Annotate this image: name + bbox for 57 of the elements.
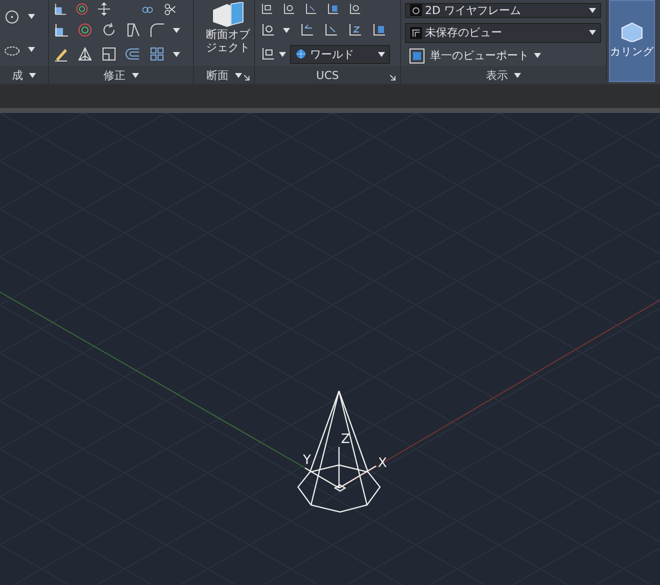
target-icon[interactable] <box>75 2 89 16</box>
caret-icon[interactable] <box>534 53 541 58</box>
move-icon[interactable] <box>97 2 111 16</box>
stretch-icon[interactable] <box>53 22 69 38</box>
caret-icon[interactable] <box>28 47 35 52</box>
panel-title: 断面 <box>206 68 228 82</box>
visual-style-icon[interactable] <box>410 4 422 16</box>
caret-icon[interactable] <box>173 52 180 56</box>
caret-icon[interactable] <box>173 28 180 32</box>
panel-title: 成 <box>12 68 23 82</box>
fillet-icon[interactable] <box>149 22 165 38</box>
triangle-icon[interactable] <box>77 46 93 62</box>
ucs-icon[interactable] <box>347 2 361 16</box>
panel-title: 表示 <box>486 68 508 82</box>
caret-icon[interactable] <box>29 72 36 78</box>
caret-icon[interactable] <box>589 30 596 35</box>
mirror-icon[interactable] <box>125 22 141 38</box>
caret-icon[interactable] <box>589 8 596 12</box>
ucs-icon[interactable] <box>325 2 339 16</box>
viewport-config-button[interactable]: 単一のビューポート <box>405 48 601 64</box>
caret-icon[interactable] <box>514 72 521 78</box>
culling-button[interactable]: カリング <box>609 0 655 82</box>
axis-label: Z <box>341 432 350 447</box>
grid-icon[interactable] <box>149 46 165 62</box>
rotate-icon[interactable] <box>101 22 117 38</box>
scissors-icon[interactable] <box>163 2 177 16</box>
viewport-icon[interactable] <box>409 48 425 64</box>
launcher-icon[interactable] <box>390 75 396 81</box>
circle-icon[interactable] <box>4 8 20 24</box>
ucs-axes-icon <box>304 447 376 492</box>
view-icon[interactable] <box>410 26 422 38</box>
caret-icon[interactable] <box>234 72 242 78</box>
globe-icon[interactable] <box>295 48 307 60</box>
caret-icon[interactable] <box>378 52 385 56</box>
panel-title: UCS <box>316 68 339 82</box>
axis-label: Y <box>303 453 311 468</box>
panel-title: 修正 <box>104 68 126 82</box>
view-dropdown[interactable]: 未保存のビュー <box>405 22 601 42</box>
ucs-icon[interactable] <box>281 2 295 16</box>
caret-icon[interactable] <box>28 14 35 19</box>
stretch-icon[interactable] <box>53 2 67 16</box>
cube-icon <box>620 22 644 42</box>
caret-icon[interactable] <box>283 28 290 32</box>
scale-icon[interactable] <box>101 46 117 62</box>
offset-icon[interactable] <box>125 46 141 62</box>
section-object-button[interactable]: 断面オブジェクト <box>198 0 258 66</box>
section-plane-icon <box>211 2 245 28</box>
pencil-icon[interactable] <box>53 46 69 62</box>
ucs-icon[interactable] <box>303 2 317 16</box>
caret-icon[interactable] <box>132 72 138 78</box>
target-icon[interactable] <box>77 22 93 38</box>
launcher-icon[interactable] <box>244 75 250 81</box>
ucs-icon[interactable] <box>259 2 273 16</box>
axis-label: X <box>378 456 387 471</box>
visual-style-dropdown[interactable]: 2D ワイヤフレーム <box>405 2 601 18</box>
ucs-dropdown[interactable]: ワールド <box>290 44 390 64</box>
caret-icon[interactable] <box>279 52 286 56</box>
